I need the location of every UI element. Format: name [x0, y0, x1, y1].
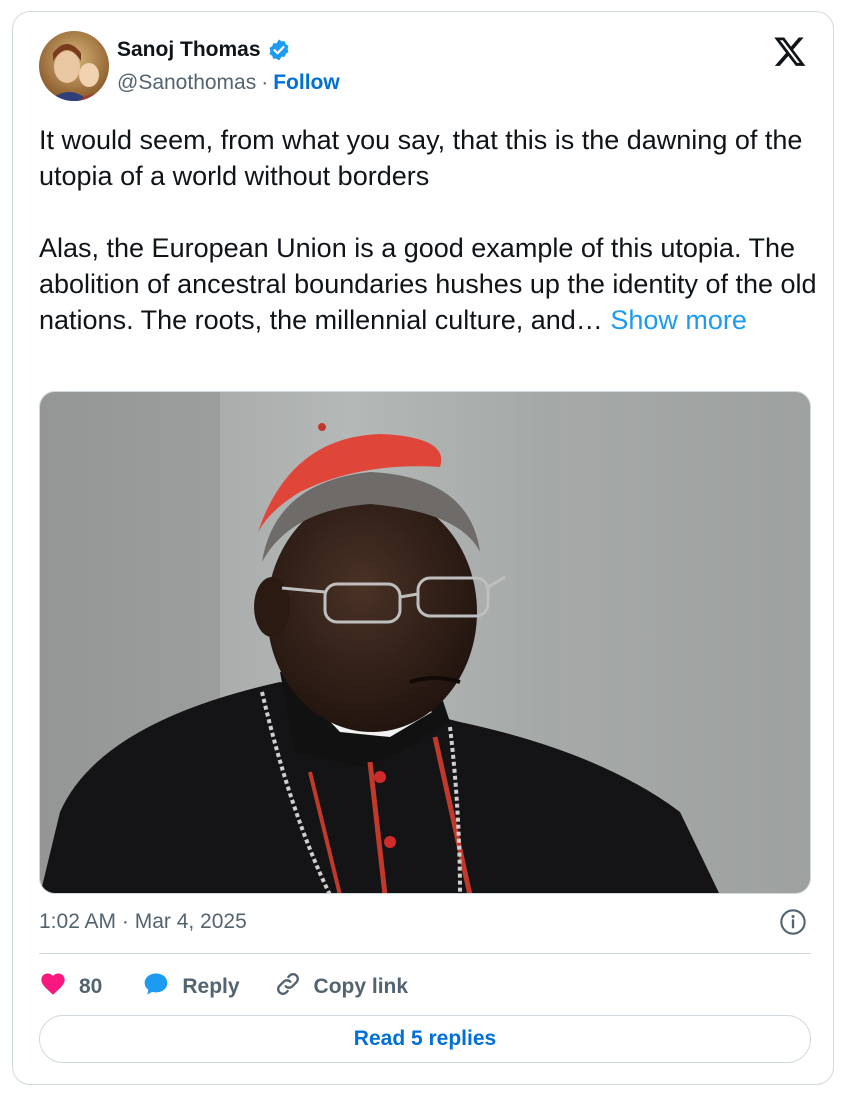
heart-icon [39, 970, 67, 1004]
action-bar: 80 Reply Copy link [39, 967, 408, 1007]
read-replies-button[interactable]: Read 5 replies [39, 1015, 811, 1063]
follow-button[interactable]: Follow [273, 71, 340, 95]
copy-link-label: Copy link [313, 975, 409, 998]
show-more-link[interactable]: Show more [610, 305, 747, 335]
tweet-card: Sanoj Thomas @Sanothomas · Follow It wou… [12, 11, 834, 1085]
speech-bubble-icon [142, 970, 170, 1004]
tweet-paragraph-1: It would seem, from what you say, that t… [39, 125, 803, 191]
reply-button[interactable]: Reply [142, 970, 240, 1004]
separator-dot: · [261, 71, 269, 94]
author-handle-row: @Sanothomas · Follow [117, 71, 340, 95]
tweet-paragraph-2: Alas, the European Union is a good examp… [39, 230, 819, 338]
reply-label: Reply [182, 975, 240, 998]
author-name[interactable]: Sanoj Thomas [117, 38, 261, 62]
x-logo-icon[interactable] [773, 34, 807, 68]
tweet-text: It would seem, from what you say, that t… [39, 122, 819, 338]
info-icon[interactable] [779, 908, 807, 936]
like-count: 80 [79, 975, 103, 998]
author-handle[interactable]: @Sanothomas [117, 71, 256, 95]
link-icon [274, 970, 302, 1004]
tweet-photo[interactable] [39, 391, 811, 894]
verified-badge-icon [267, 38, 291, 62]
divider [39, 953, 811, 954]
author-name-row: Sanoj Thomas [117, 38, 291, 62]
like-button[interactable]: 80 [39, 970, 102, 1004]
tweet-timestamp[interactable]: 1:02 AM · Mar 4, 2025 [39, 910, 247, 934]
copy-link-button[interactable]: Copy link [274, 970, 409, 1004]
avatar[interactable] [39, 31, 109, 101]
